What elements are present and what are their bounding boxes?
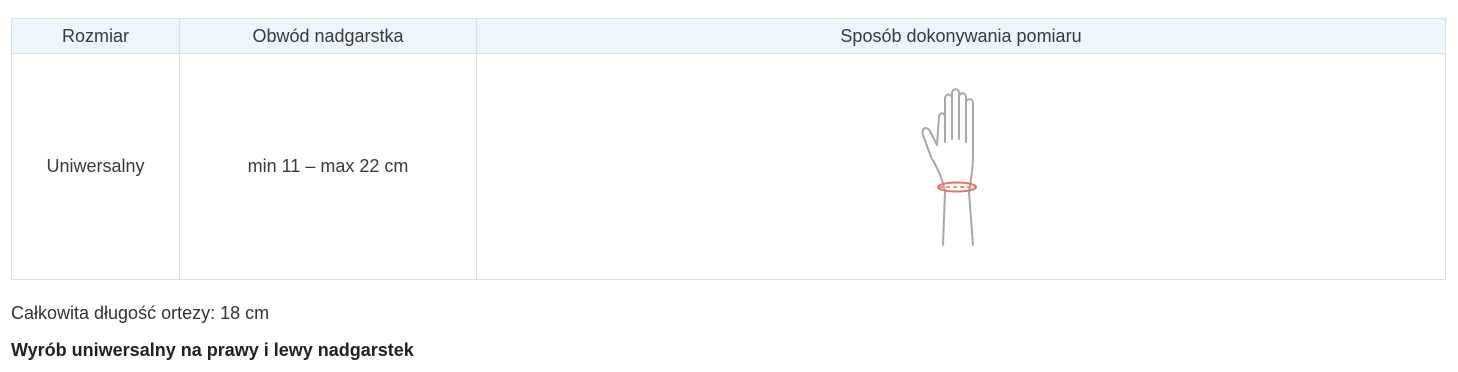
header-size: Rozmiar: [11, 18, 180, 54]
header-circumference: Obwód nadgarstka: [179, 18, 477, 54]
table-row: Uniwersalny min 11 – max 22 cm: [11, 53, 1446, 280]
cell-circumference: min 11 – max 22 cm: [179, 53, 477, 280]
hand-wrist-measurement-icon: [921, 87, 1001, 247]
table-header-row: Rozmiar Obwód nadgarstka Sposób dokonywa…: [11, 18, 1446, 54]
header-method: Sposób dokonywania pomiaru: [476, 18, 1446, 54]
universal-product-note: Wyrób uniwersalny na prawy i lewy nadgar…: [11, 340, 414, 360]
total-length-note: Całkowita długość ortezy: 18 cm: [11, 303, 270, 323]
cell-size: Uniwersalny: [11, 53, 180, 280]
size-table: Rozmiar Obwód nadgarstka Sposób dokonywa…: [11, 18, 1446, 280]
cell-method: [476, 53, 1446, 280]
